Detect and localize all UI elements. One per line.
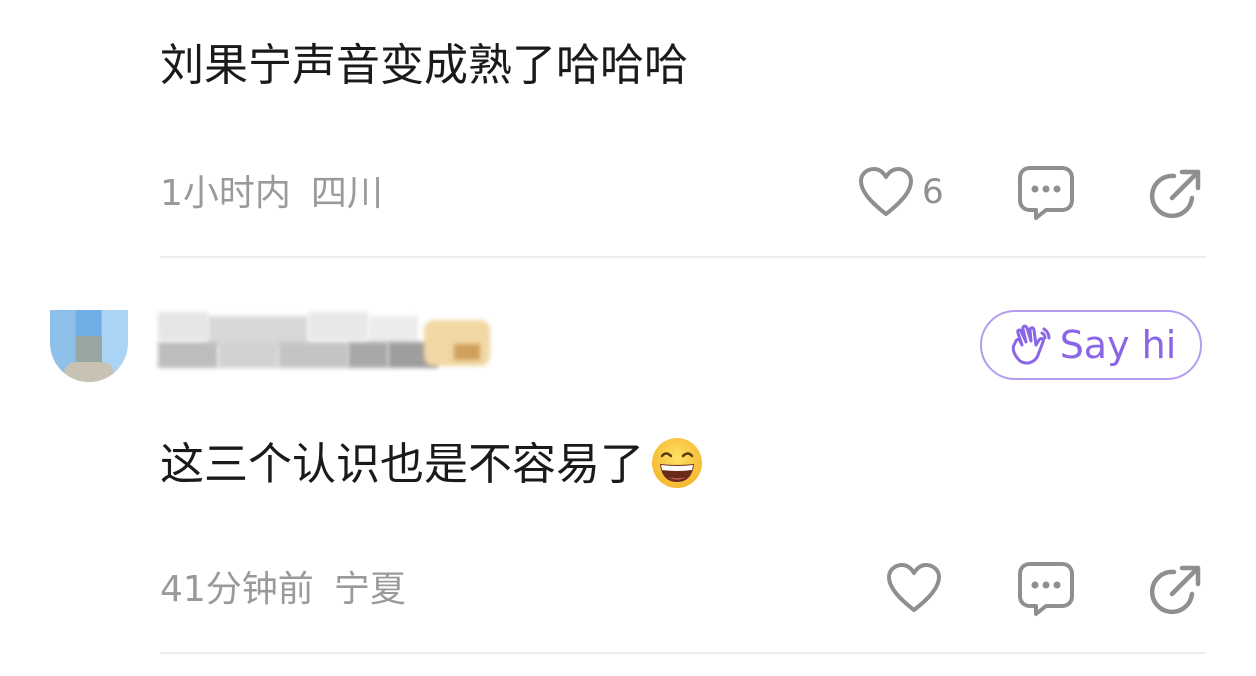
comment-text: 这三个认识也是不容易了 (160, 438, 704, 494)
comment-meta: 41分钟前 宁夏 (160, 572, 406, 608)
waving-hand-icon (1011, 324, 1051, 365)
comment-location: 宁夏 (333, 569, 406, 610)
share-button[interactable] (1148, 562, 1204, 618)
like-button[interactable]: 6 (858, 166, 944, 218)
like-count: 6 (922, 172, 944, 212)
comment-bubble-icon (1018, 562, 1074, 616)
reply-button[interactable] (1016, 164, 1076, 222)
heart-icon (859, 167, 913, 216)
comment-meta: 1小时内 四川 (160, 176, 383, 212)
comment-text-body: 这三个认识也是不容易了 (160, 439, 644, 490)
reply-button[interactable] (1016, 560, 1076, 618)
avatar[interactable] (50, 310, 128, 382)
share-button[interactable] (1148, 166, 1204, 222)
comment-time: 41分钟前 (160, 569, 314, 610)
username-blurred[interactable] (158, 312, 498, 368)
say-hi-button[interactable]: Say hi (980, 310, 1202, 380)
divider (160, 256, 1206, 258)
like-button[interactable] (886, 562, 942, 614)
comment-location: 四川 (310, 173, 383, 214)
share-arrow-icon (1149, 565, 1201, 615)
grinning-face-emoji (652, 438, 702, 488)
say-hi-label: Say hi (1059, 323, 1177, 367)
comment-text: 刘果宁声音变成熟了哈哈哈 (160, 40, 688, 91)
comment-thread: 刘果宁声音变成熟了哈哈哈 1小时内 四川 6 Say hi 这三个认识也是不容易… (0, 0, 1256, 676)
comment-time: 1小时内 (160, 173, 291, 214)
comment-bubble-icon (1018, 166, 1074, 220)
heart-icon (887, 563, 941, 612)
share-arrow-icon (1149, 169, 1201, 219)
divider (160, 652, 1206, 654)
